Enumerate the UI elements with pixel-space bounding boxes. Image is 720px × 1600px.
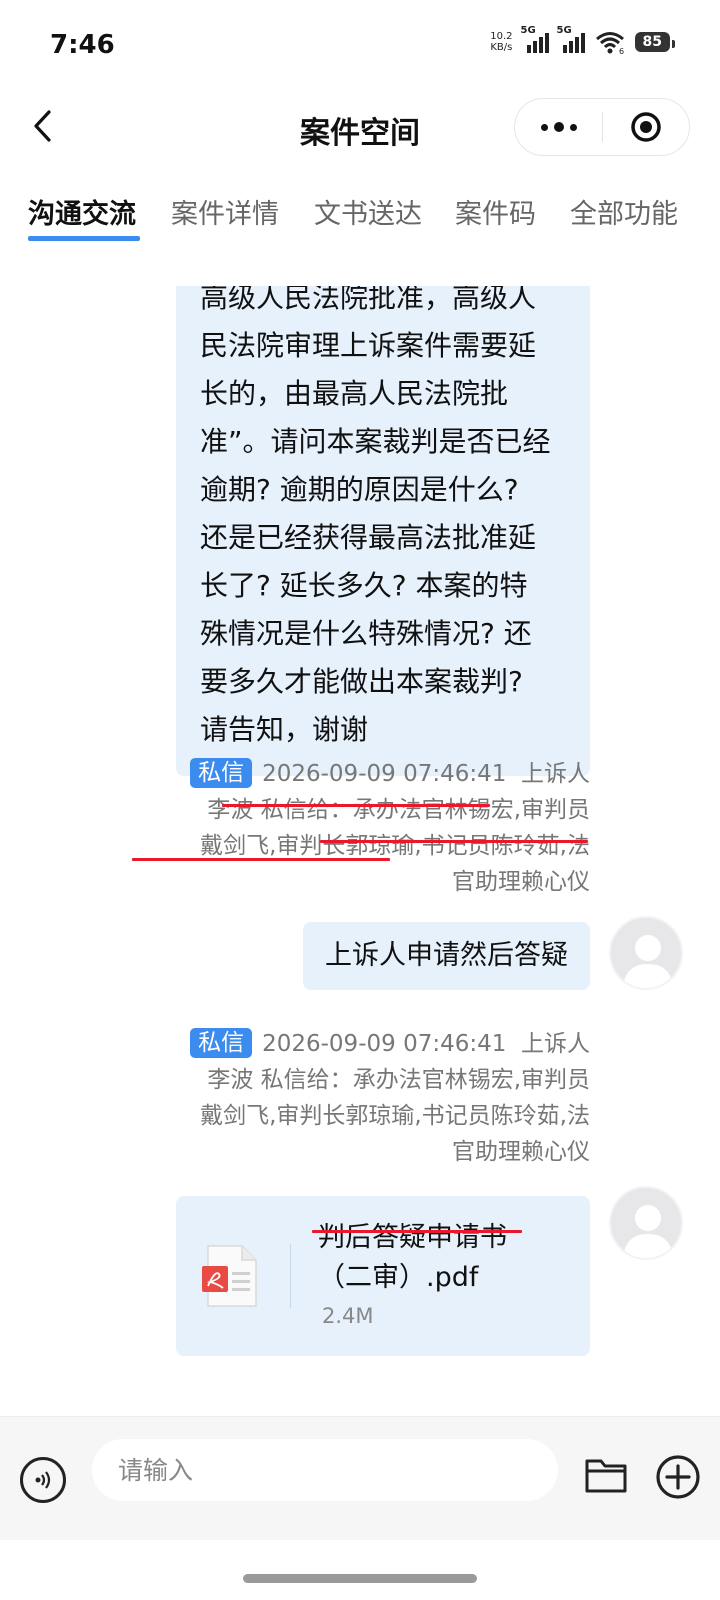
message-line: 高级人民法院批准，高级人 <box>200 286 537 314</box>
red-annotation-underline <box>320 840 588 843</box>
close-mini-program-button[interactable] <box>603 99 689 155</box>
meta-line: 戴剑飞,审判长郭琼瑜,书记员陈玲茹,法 <box>200 1103 590 1129</box>
user-avatar-icon <box>623 935 673 988</box>
voice-input-button[interactable] <box>20 1457 66 1503</box>
wifi-icon: 6 <box>595 32 624 54</box>
pdf-file-icon <box>202 1245 257 1307</box>
avatar[interactable] <box>609 916 683 990</box>
tab-all-functions[interactable]: 全部功能 <box>570 192 678 231</box>
message-bubble[interactable]: 上诉人申请然后答疑 <box>303 922 590 990</box>
meta-line: 官助理赖心仪 <box>452 869 590 895</box>
voice-icon <box>35 1471 51 1489</box>
tab-case-code[interactable]: 案件码 <box>455 192 536 231</box>
message-line: 长的，由最高人民法院批 <box>200 377 509 410</box>
private-message-badge: 私信 <box>190 758 253 788</box>
avatar[interactable] <box>609 1186 683 1260</box>
message-timestamp: 2026-09-09 07:46:41 <box>262 761 507 787</box>
message-line: 要多久才能做出本案裁判? <box>200 665 523 698</box>
cell-signal-icon: 5G <box>557 25 585 53</box>
active-tab-indicator <box>28 236 140 241</box>
status-bar: 7:46 10.2 KB/s 5G 5G 6 85 <box>0 0 720 92</box>
message-line: 民法院审理上诉案件需要延 <box>200 329 537 362</box>
more-options-button[interactable] <box>515 99 602 155</box>
user-avatar-icon <box>623 1205 673 1258</box>
input-bar <box>0 1416 720 1540</box>
sender-role: 上诉人 <box>521 761 590 787</box>
sender-role: 上诉人 <box>521 1031 590 1057</box>
message-meta: 私信 2026-09-09 07:46:41 上诉人 李波 私信给：承办法官林锡宏… <box>120 1026 590 1170</box>
battery-indicator: 85 <box>634 32 676 52</box>
tab-document-delivery[interactable]: 文书送达 <box>314 192 422 231</box>
header: 案件空间 <box>0 92 720 162</box>
file-size: 2.4M <box>322 1304 374 1328</box>
mini-program-capsule <box>514 98 690 156</box>
red-annotation-underline <box>312 1230 522 1233</box>
meta-line: 李波 私信给：承办法官林锡宏,审判员 <box>120 792 590 828</box>
message-input[interactable] <box>92 1439 558 1501</box>
recipients: 承办法官林锡宏,审判员 <box>352 1067 590 1093</box>
status-icons: 10.2 KB/s 5G 5G 6 85 <box>490 25 676 54</box>
file-attachment-card[interactable]: 判后答疑申请书 （二审）.pdf 2.4M <box>176 1196 590 1356</box>
chat-message-list[interactable]: 高级人民法院批准，高级人 民法院审理上诉案件需要延 长的，由最高人民法院批 准”… <box>0 286 720 1416</box>
message-line: 还是已经获得最高法批准延 <box>200 521 537 554</box>
sender-name: 李波 私信给： <box>207 797 353 823</box>
meta-line: 私信 2026-09-09 07:46:41 上诉人 <box>120 1026 590 1062</box>
private-message-badge: 私信 <box>190 1028 253 1058</box>
folder-icon[interactable] <box>584 1455 628 1495</box>
back-button[interactable] <box>22 104 62 148</box>
network-speed: 10.2 KB/s <box>490 31 513 53</box>
message-line: 殊情况是什么特殊情况? 还 <box>200 617 532 650</box>
message-line: 逾期? 逾期的原因是什么? <box>200 473 519 506</box>
message-line: 长了? 延长多久? 本案的特 <box>200 569 528 602</box>
red-annotation-underline <box>132 858 390 861</box>
message-line: 请告知，谢谢 <box>200 713 369 746</box>
meta-line: 李波 私信给：承办法官林锡宏,审判员 <box>120 1062 590 1098</box>
cell-signal-icon: 5G <box>521 25 549 53</box>
message-line: 准”。请问本案裁判是否已经 <box>200 425 551 458</box>
message-meta: 私信 2026-09-09 07:46:41 上诉人 李波 私信给：承办法官林锡宏… <box>120 756 590 900</box>
home-indicator[interactable] <box>243 1574 477 1583</box>
red-annotation-underline <box>222 804 490 807</box>
message-bubble[interactable]: 高级人民法院批准，高级人 民法院审理上诉案件需要延 长的，由最高人民法院批 准”… <box>176 286 590 776</box>
meta-line: 官助理赖心仪 <box>452 1139 590 1165</box>
meta-line: 私信 2026-09-09 07:46:41 上诉人 <box>120 756 590 792</box>
recipients: 承办法官林锡宏,审判员 <box>352 797 590 823</box>
chevron-left-icon <box>34 110 51 142</box>
tab-bar: 沟通交流 案件详情 文书送达 案件码 全部功能 <box>0 182 720 242</box>
file-divider <box>290 1244 291 1308</box>
target-close-icon <box>631 112 661 142</box>
tab-case-details[interactable]: 案件详情 <box>171 192 279 231</box>
tab-communication[interactable]: 沟通交流 <box>28 192 136 231</box>
sender-name: 李波 私信给： <box>207 1067 353 1093</box>
add-icon[interactable] <box>654 1453 702 1501</box>
status-time: 7:46 <box>50 30 115 60</box>
svg-text:6: 6 <box>619 47 624 54</box>
message-timestamp: 2026-09-09 07:46:41 <box>262 1031 507 1057</box>
